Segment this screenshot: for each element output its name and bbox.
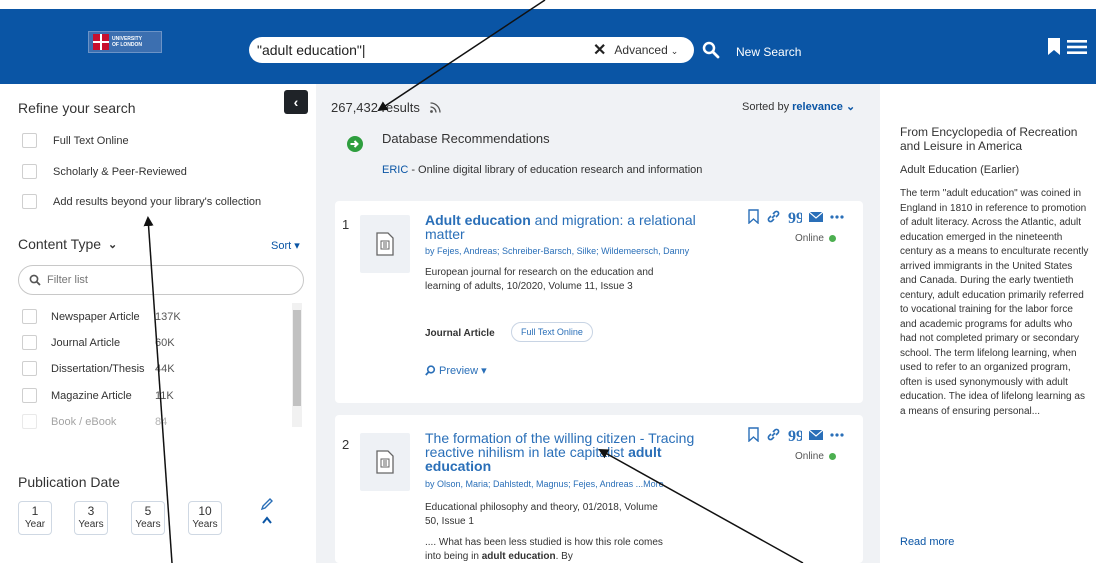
search-box: ✕ Advanced⌄ <box>249 37 694 63</box>
more-options-icon[interactable] <box>830 432 844 437</box>
crest-icon <box>93 34 109 50</box>
online-status-dot <box>828 453 836 460</box>
chevron-down-icon: ⌄ <box>108 238 118 251</box>
cite-icon[interactable]: 99 <box>788 429 802 441</box>
sort-dropdown[interactable]: Sort ▾ <box>271 239 300 252</box>
database-recommendations-title: Database Recommendations <box>382 131 550 146</box>
result-snippet: .... What has been less studied is how t… <box>425 537 663 562</box>
checkbox[interactable] <box>22 361 37 376</box>
pencil-icon[interactable] <box>260 497 274 511</box>
date-3-years-button[interactable]: 3 Years <box>74 501 108 535</box>
checkbox[interactable] <box>22 164 37 179</box>
checkbox[interactable] <box>22 309 37 324</box>
content-type-item[interactable]: Magazine Article 11K <box>22 388 174 403</box>
sort-by-dropdown[interactable]: Sorted by relevance ⌄ <box>742 100 855 113</box>
database-recommendation: ERIC - Online digital library of educati… <box>382 164 703 176</box>
result-actions: 99 <box>748 209 851 224</box>
full-text-online-badge[interactable]: Full Text Online <box>511 322 593 342</box>
checkbox[interactable] <box>22 388 37 403</box>
document-icon <box>376 232 394 256</box>
filter-beyond-collection[interactable]: Add results beyond your library's collec… <box>22 194 261 209</box>
filter-list-box <box>18 265 304 295</box>
content-type-item[interactable]: Newspaper Article 137K <box>22 309 181 324</box>
result-actions: 99 <box>748 427 851 442</box>
search-icon <box>29 274 41 286</box>
email-icon[interactable] <box>809 211 823 222</box>
bookmark-icon[interactable] <box>748 209 759 224</box>
chevron-up-icon[interactable] <box>262 516 272 524</box>
clear-icon[interactable]: ✕ <box>593 40 606 60</box>
collapse-sidebar-button[interactable]: ‹ <box>284 90 308 114</box>
checkbox[interactable] <box>22 414 37 429</box>
rss-icon[interactable] <box>430 102 441 113</box>
document-thumbnail[interactable] <box>360 433 410 491</box>
results-main: 267,432 results Sorted by relevance ⌄ Da… <box>316 84 880 563</box>
result-card: 1 Adult education and migration: a relat… <box>335 201 863 403</box>
document-thumbnail[interactable] <box>360 215 410 273</box>
checkbox[interactable] <box>22 133 37 148</box>
refine-sidebar: Refine your search ‹ Full Text Online Sc… <box>0 84 316 563</box>
result-title-link[interactable]: Adult education and migration: a relatio… <box>425 213 725 241</box>
online-status-dot <box>828 235 836 242</box>
content-type-item[interactable]: Dissertation/Thesis 44K <box>22 361 175 376</box>
preview-toggle[interactable]: Preview ▾ <box>425 364 487 377</box>
bookmark-icon[interactable] <box>748 427 759 442</box>
search-icon[interactable] <box>702 41 720 59</box>
advanced-dropdown[interactable]: Advanced ⌄ <box>614 43 678 57</box>
result-authors[interactable]: by Fejes, Andreas; Schreiber-Barsch, Sil… <box>425 246 725 256</box>
result-number: 2 <box>342 437 350 452</box>
content-type-item[interactable]: Book / eBook 84 <box>22 414 167 429</box>
link-icon[interactable] <box>766 427 781 442</box>
svg-text:99: 99 <box>788 211 802 223</box>
svg-text:99: 99 <box>788 429 802 441</box>
link-icon[interactable] <box>766 209 781 224</box>
result-card: 2 The formation of the willing citizen -… <box>335 415 863 563</box>
encyclopedia-panel: From Encyclopedia of Recreation and Leis… <box>880 84 1096 563</box>
checkbox[interactable] <box>22 335 37 350</box>
hamburger-menu-icon[interactable] <box>1067 40 1087 54</box>
result-authors[interactable]: by Olson, Maria; Dahlstedt, Magnus; Feje… <box>425 479 725 489</box>
top-margin <box>0 0 1096 9</box>
refine-title: Refine your search <box>18 100 136 116</box>
filter-list-input[interactable] <box>47 274 287 286</box>
content-type-label: Journal Article <box>425 328 495 339</box>
publication-date-heading: Publication Date <box>18 474 120 490</box>
scrollbar-thumb[interactable] <box>293 310 301 406</box>
content-type-item[interactable]: Journal Article 60K <box>22 335 175 350</box>
content-type-heading[interactable]: Content Type ⌄ <box>18 236 117 252</box>
filter-peer-reviewed[interactable]: Scholarly & Peer-Reviewed <box>22 164 187 179</box>
encyclopedia-source-title: From Encyclopedia of Recreation and Leis… <box>900 125 1078 153</box>
result-title-link[interactable]: The formation of the willing citizen - T… <box>425 431 725 473</box>
online-availability[interactable]: Online <box>795 233 836 244</box>
new-search-link[interactable]: New Search <box>736 45 801 59</box>
encyclopedia-entry-title: Adult Education (Earlier) <box>900 164 1020 176</box>
chevron-down-icon: ⌄ <box>670 46 679 56</box>
eric-link[interactable]: ERIC <box>382 164 408 176</box>
search-input[interactable] <box>257 42 587 58</box>
result-publication: European journal for research on the edu… <box>425 267 654 292</box>
result-number: 1 <box>342 217 350 232</box>
more-options-icon[interactable] <box>830 214 844 219</box>
cite-icon[interactable]: 99 <box>788 211 802 223</box>
results-count: 267,432 results <box>331 100 441 115</box>
online-availability[interactable]: Online <box>795 451 836 462</box>
chevron-left-icon: ‹ <box>293 94 299 110</box>
bookmark-icon[interactable] <box>1048 38 1060 55</box>
date-10-years-button[interactable]: 10 Years <box>188 501 222 535</box>
date-1-year-button[interactable]: 1 Year <box>18 501 52 535</box>
date-5-years-button[interactable]: 5 Years <box>131 501 165 535</box>
checkbox[interactable] <box>22 194 37 209</box>
database-recommendation-icon <box>347 136 363 152</box>
encyclopedia-excerpt: The term "adult education" was coined in… <box>900 188 1089 417</box>
filter-full-text-online[interactable]: Full Text Online <box>22 133 129 148</box>
document-icon <box>376 450 394 474</box>
preview-search-icon <box>425 365 436 376</box>
university-logo[interactable]: UNIVERSITY OF LONDON <box>88 31 162 53</box>
logo-line2: OF LONDON <box>112 42 142 48</box>
result-publication: Educational philosophy and theory, 01/20… <box>425 502 658 527</box>
read-more-link[interactable]: Read more <box>900 536 954 548</box>
email-icon[interactable] <box>809 429 823 440</box>
